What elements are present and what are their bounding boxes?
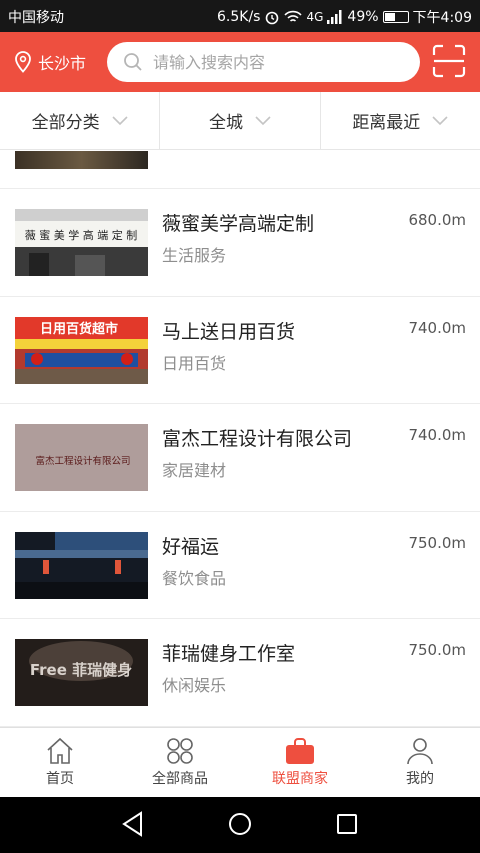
- merchant-category: 休闲娱乐: [162, 676, 227, 695]
- photo-sign-text: 薇 蜜 美 学 高 端 定 制: [25, 228, 137, 242]
- grid-icon: [167, 738, 193, 764]
- merchant-name: 薇蜜美学高端定制: [162, 213, 315, 235]
- battery-icon: [382, 11, 409, 23]
- filter-sort[interactable]: 距离最近: [321, 92, 480, 149]
- tab-home[interactable]: 首页: [0, 728, 120, 797]
- search-input[interactable]: [153, 52, 393, 72]
- search-icon: [124, 53, 142, 71]
- photo-sign-text: 日用百货超市: [40, 321, 118, 337]
- merchant-category: 日用百货: [162, 353, 227, 373]
- merchant-photo: 富杰工程设计有限公司: [15, 424, 148, 491]
- filter-label: 全部分类: [31, 113, 100, 133]
- home-button-icon[interactable]: [228, 811, 252, 837]
- merchant-distance: 680.0m: [408, 211, 466, 229]
- tab-label: 联盟商家: [272, 771, 328, 787]
- filter-label: 全城: [208, 113, 243, 133]
- tab-all-products[interactable]: 全部商品: [120, 728, 240, 797]
- tab-mine[interactable]: 我的: [360, 728, 480, 797]
- merchant-name: 马上送日用百货: [162, 320, 296, 343]
- list-item[interactable]: 薇 蜜 美 学 高 端 定 制 薇蜜美学高端定制 生活服务 680.0m: [0, 189, 480, 297]
- merchant-photo: 薇 蜜 美 学 高 端 定 制: [15, 209, 148, 276]
- bottom-tab-bar: 首页 全部商品 联盟商家 我的: [0, 727, 480, 797]
- clock: 下午4:09: [412, 10, 472, 26]
- merchant-photo: 日用百货超市: [15, 316, 148, 384]
- merchant-category: 餐饮食品: [162, 568, 227, 588]
- merchant-distance: 740.0m: [408, 426, 466, 444]
- alarm-icon: [266, 11, 279, 25]
- merchant-name: 菲瑞健身工作室: [162, 643, 296, 665]
- merchant-category: 生活服务: [162, 246, 227, 265]
- location-pin-icon: [15, 51, 31, 73]
- carrier-label: 中国移动: [8, 10, 64, 26]
- search-box[interactable]: [107, 42, 420, 82]
- city-selector[interactable]: 长沙市: [14, 50, 86, 74]
- merchant-category: 家居建材: [162, 461, 227, 480]
- photo-sign-text: Free 菲瑞健身: [30, 661, 132, 679]
- chevron-down-icon: [255, 115, 271, 125]
- merchant-distance: 740.0m: [408, 318, 466, 337]
- filter-bar: 全部分类 全城 距离最近: [0, 92, 480, 150]
- tab-alliance-merchants[interactable]: 联盟商家: [240, 728, 360, 797]
- filter-area[interactable]: 全城: [160, 92, 321, 149]
- status-bar: 中国移动 6.5K/s 4G 49% 下午4:09: [0, 0, 480, 32]
- shopping-bag-icon: [286, 738, 314, 764]
- photo-sign-text: 富杰工程设计有限公司: [35, 455, 130, 467]
- filter-category[interactable]: 全部分类: [0, 92, 161, 149]
- merchant-list[interactable]: 薇 蜜 美 学 高 端 定 制 薇蜜美学高端定制 生活服务 680.0m 日用百…: [0, 151, 480, 727]
- network-type: 4G: [306, 10, 324, 24]
- app-header: 长沙市: [0, 32, 480, 92]
- chevron-down-icon: [112, 115, 128, 125]
- merchant-distance: 750.0m: [408, 533, 466, 552]
- merchant-name: 富杰工程设计有限公司: [162, 428, 353, 450]
- merchant-photo: Free 菲瑞健身: [15, 639, 148, 706]
- chevron-down-icon: [432, 115, 448, 125]
- home-icon: [47, 737, 73, 764]
- list-item[interactable]: Free 菲瑞健身 菲瑞健身工作室 休闲娱乐 750.0m: [0, 619, 480, 727]
- scan-icon[interactable]: [432, 44, 466, 78]
- merchant-photo: [15, 151, 148, 169]
- status-icons: 6.5K/s 4G 49% 下午4:09: [217, 7, 472, 27]
- battery-percent: 49%: [347, 9, 379, 25]
- wifi-icon: [284, 10, 303, 22]
- recent-apps-icon[interactable]: [335, 811, 359, 837]
- list-item[interactable]: 好福运 餐饮食品 750.0m: [0, 512, 480, 619]
- network-speed: 6.5K/s: [217, 9, 261, 25]
- tab-label: 我的: [406, 771, 434, 787]
- user-icon: [407, 738, 433, 765]
- back-icon[interactable]: [121, 811, 145, 837]
- signal-icon: [327, 10, 342, 24]
- merchant-distance: 750.0m: [408, 641, 466, 659]
- list-item-partial[interactable]: [0, 151, 480, 189]
- merchant-photo: [15, 531, 148, 599]
- merchant-name: 好福运: [162, 535, 220, 558]
- city-label: 长沙市: [38, 54, 87, 73]
- list-item[interactable]: 日用百货超市 马上送日用百货 日用百货 740.0m: [0, 297, 480, 404]
- system-nav-bar: [0, 797, 480, 853]
- tab-label: 全部商品: [152, 771, 208, 787]
- list-item[interactable]: 富杰工程设计有限公司 富杰工程设计有限公司 家居建材 740.0m: [0, 404, 480, 512]
- filter-label: 距离最近: [352, 113, 421, 133]
- tab-label: 首页: [46, 771, 74, 787]
